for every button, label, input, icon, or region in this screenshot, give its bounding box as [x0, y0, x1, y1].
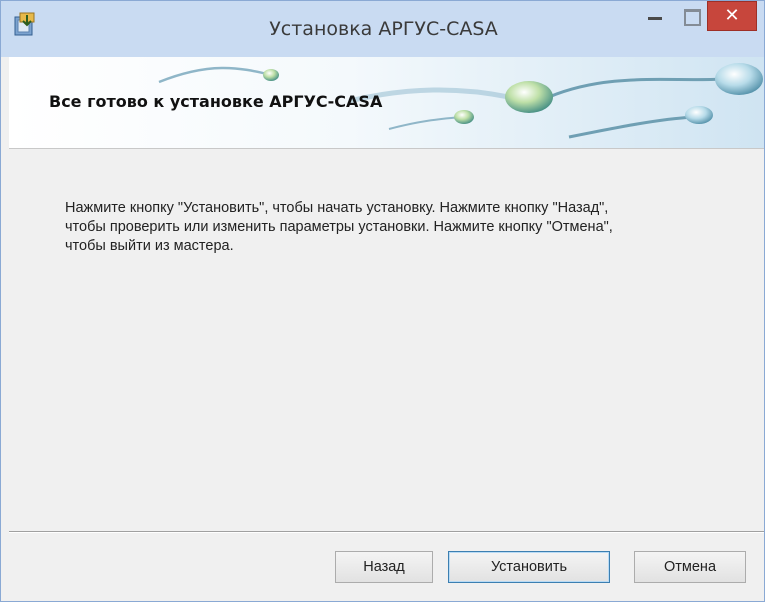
instructions-line: чтобы выйти из мастера.: [65, 238, 234, 254]
instructions-text: Нажмите кнопку "Установить", чтобы начат…: [65, 199, 745, 256]
back-button[interactable]: Назад: [335, 551, 433, 583]
close-icon[interactable]: ✕: [707, 1, 757, 31]
installer-window: Установка АРГУС-CASA ✕ Все готово к уста…: [0, 0, 765, 602]
footer-divider-highlight: [9, 532, 764, 533]
instructions-line: чтобы проверить или изменить параметры у…: [65, 219, 613, 235]
header-banner: Все готово к установке АРГУС-CASA: [9, 57, 764, 149]
instructions-line: Нажмите кнопку "Установить", чтобы начат…: [65, 200, 609, 216]
minimize-icon[interactable]: [637, 1, 673, 31]
maximize-icon[interactable]: [675, 1, 705, 31]
banner-title: Все готово к установке АРГУС-CASA: [49, 92, 383, 111]
install-button[interactable]: Установить: [448, 551, 610, 583]
cancel-button[interactable]: Отмена: [634, 551, 746, 583]
title-bar[interactable]: Установка АРГУС-CASA ✕: [1, 1, 764, 57]
installer-app-icon[interactable]: [13, 11, 37, 37]
